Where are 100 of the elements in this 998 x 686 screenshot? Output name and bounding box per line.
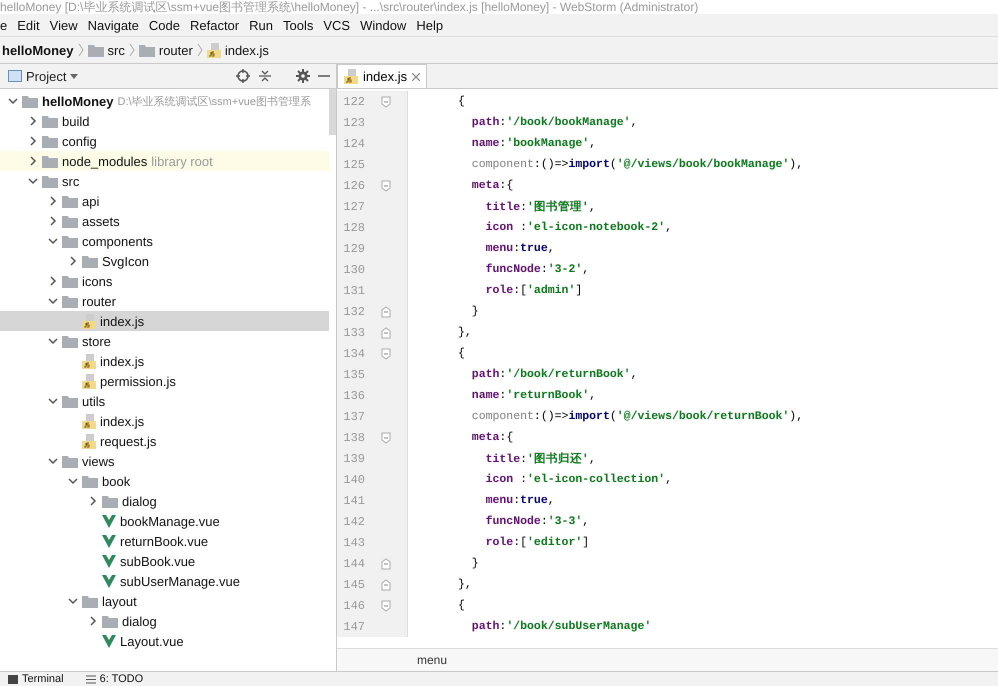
tree-item[interactable]: api [0, 191, 329, 211]
breadcrumb-item[interactable]: src [88, 42, 125, 58]
tree-item[interactable]: bookManage.vue [0, 511, 329, 531]
menu-item[interactable]: View [50, 18, 78, 32]
fold-marker-icon[interactable] [381, 96, 391, 108]
menu-item[interactable]: Edit [17, 18, 40, 32]
library-note: library root [151, 154, 213, 168]
chevron-down-icon[interactable] [48, 236, 58, 246]
folder-icon [62, 274, 78, 288]
crosshair-icon[interactable] [236, 69, 250, 83]
js-file-icon [82, 374, 96, 388]
tree-item[interactable]: store [0, 331, 329, 351]
code-line: } [470, 305, 479, 318]
tree-item[interactable]: index.js [0, 311, 329, 331]
tree-item[interactable]: build [0, 111, 329, 131]
folder-icon [138, 44, 155, 56]
tree-item[interactable]: icons [0, 271, 329, 291]
line-number: 131 [342, 284, 365, 298]
menu-item[interactable]: e [0, 18, 8, 32]
fold-marker-icon[interactable] [381, 180, 391, 192]
tree-item[interactable]: permission.js [0, 371, 329, 391]
fold-marker-icon[interactable] [381, 578, 391, 590]
tree-item[interactable]: layout [0, 591, 329, 611]
chevron-down-icon[interactable] [28, 176, 38, 186]
editor-tab[interactable]: index.js [337, 64, 428, 88]
project-path: D:\毕业系统调试区\ssm+vue图书管理系 [118, 94, 311, 108]
close-icon[interactable] [412, 72, 420, 80]
settings-icon[interactable] [296, 69, 310, 83]
menu-item[interactable]: VCS [323, 18, 350, 32]
vue-file-icon [102, 514, 116, 528]
breadcrumb-item[interactable]: router [138, 42, 193, 58]
line-number: 143 [342, 536, 365, 550]
line-number: 142 [342, 514, 365, 528]
tool-window-button[interactable]: 6: TODO [86, 673, 144, 685]
tree-item[interactable]: index.js [0, 351, 329, 371]
line-number: 128 [342, 220, 365, 234]
fold-marker-icon[interactable] [381, 600, 391, 612]
tree-item[interactable]: dialog [0, 611, 329, 631]
tool-window-button[interactable]: Terminal [8, 673, 64, 685]
line-number: 127 [342, 200, 365, 214]
menu-item[interactable]: Run [249, 18, 273, 32]
menu-item[interactable]: Tools [282, 18, 314, 32]
chevron-down-icon[interactable] [48, 396, 58, 406]
code-line: role:['admin'] [484, 284, 582, 297]
tree-item[interactable]: subUserManage.vue [0, 571, 329, 591]
tree-item[interactable]: SvgIcon [0, 251, 329, 271]
window-title: helloMoney [D:\毕业系统调试区\ssm+vue图书管理系统\helloMoney] - ...\src\router\index.js [helloMoney] - WebStorm (Administrator) [0, 0, 998, 14]
chevron-down-icon[interactable] [48, 336, 58, 346]
separator-icon [78, 43, 84, 57]
collapse-icon[interactable] [258, 69, 272, 83]
tree-item[interactable]: subBook.vue [0, 551, 329, 571]
line-number: 141 [342, 494, 365, 508]
tree-item[interactable]: helloMoney D:\毕业系统调试区\ssm+vue图书管理系 [0, 91, 329, 111]
tree-item[interactable]: views [0, 451, 329, 471]
structure-path[interactable]: menu [417, 653, 448, 667]
fold-marker-icon[interactable] [381, 432, 391, 444]
menu-item[interactable]: Code [148, 18, 180, 32]
menu-item[interactable]: Refactor [190, 18, 240, 32]
code-line: icon :'el-icon-collection', [484, 473, 672, 486]
chevron-down-icon[interactable] [8, 96, 18, 106]
chevron-down-icon[interactable] [48, 296, 58, 306]
chevron-right-icon[interactable] [88, 616, 98, 626]
folder-icon [82, 594, 98, 608]
code-line: path:'/book/subUserManage' [470, 620, 652, 633]
tree-item[interactable]: returnBook.vue [0, 531, 329, 551]
folder-icon [62, 394, 78, 408]
chevron-down-icon[interactable] [68, 596, 78, 606]
line-number: 144 [342, 556, 365, 570]
window-icon [8, 70, 22, 82]
fold-marker-icon[interactable] [381, 326, 391, 338]
js-file-icon [82, 354, 96, 368]
tree-item[interactable]: assets [0, 211, 329, 231]
chevron-right-icon[interactable] [88, 496, 98, 506]
menu-item[interactable]: Window [360, 18, 406, 32]
fold-marker-icon[interactable] [381, 306, 391, 318]
js-file-icon [82, 434, 96, 448]
tree-item[interactable]: book [0, 471, 329, 491]
line-number: 125 [342, 158, 365, 172]
line-number: 130 [342, 262, 365, 276]
line-number: 140 [342, 472, 365, 486]
menu-item[interactable]: Help [416, 18, 444, 32]
tree-item[interactable]: node_modules library root [0, 151, 329, 171]
breadcrumb-item[interactable]: index.js [206, 42, 269, 58]
fold-marker-icon[interactable] [381, 558, 391, 570]
tree-item[interactable]: config [0, 131, 329, 151]
breadcrumb-item[interactable]: helloMoney [2, 42, 74, 58]
tree-item[interactable]: src [0, 171, 329, 191]
menu-item[interactable]: Navigate [88, 18, 139, 32]
tree-item[interactable]: components [0, 231, 329, 251]
fold-marker-icon[interactable] [381, 348, 391, 360]
scrollbar[interactable] [329, 89, 336, 135]
tree-item[interactable]: Layout.vue [0, 631, 329, 651]
line-number: 146 [342, 598, 365, 612]
tree-item[interactable]: utils [0, 391, 329, 411]
tree-item[interactable]: dialog [0, 491, 329, 511]
code-line: meta:{ [470, 431, 514, 444]
line-number: 135 [342, 368, 365, 382]
tree-item[interactable]: router [0, 291, 329, 311]
tree-item[interactable]: request.js [0, 431, 329, 451]
tree-item[interactable]: index.js [0, 411, 329, 431]
